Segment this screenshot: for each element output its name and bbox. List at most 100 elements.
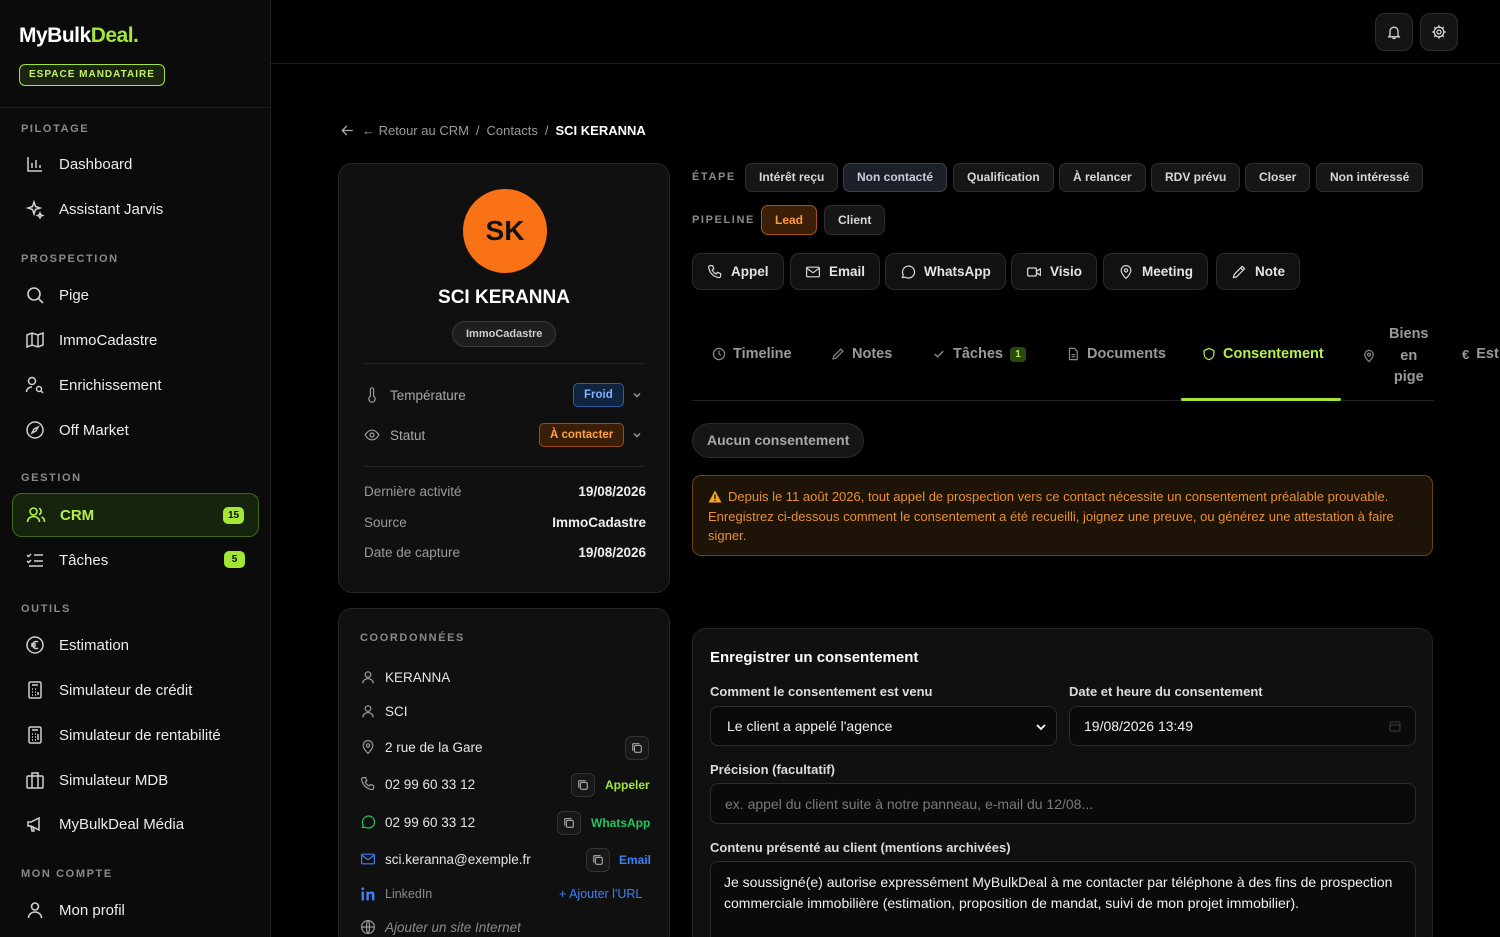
content-textarea[interactable]: Je soussigné(e) autorise expressément My…	[710, 861, 1416, 937]
copy-whatsapp-button[interactable]	[557, 811, 581, 835]
sidebar-item-simulateur-credit[interactable]: Simulateur de crédit	[12, 668, 259, 712]
tab-notes[interactable]: Notes	[831, 346, 892, 362]
tab-biens-label: Biens	[1389, 326, 1429, 342]
stage-closer[interactable]: Closer	[1245, 163, 1311, 192]
whatsapp-icon	[361, 815, 376, 829]
calculator-icon	[28, 681, 42, 699]
coordonnees-title: COORDONNÉES	[360, 632, 465, 644]
sidebar-item-dashboard[interactable]: Dashboard	[12, 142, 259, 186]
visio-button[interactable]: Visio	[1011, 253, 1098, 290]
statut-select[interactable]: À contacter	[539, 423, 625, 447]
megaphone-icon	[27, 816, 40, 832]
arrow-left-icon[interactable]	[340, 123, 355, 138]
taches-tab-badge: 1	[1009, 346, 1026, 362]
stage-qualification[interactable]: Qualification	[953, 163, 1054, 192]
linkedin-icon	[361, 887, 375, 901]
tab-documents[interactable]: Documents	[1066, 346, 1166, 362]
tab-biens-label: pige	[1393, 369, 1424, 385]
sidebar-item-simulateur-rentabilite[interactable]: Simulateur de rentabilité	[12, 713, 259, 757]
appel-button[interactable]: Appel	[692, 253, 784, 290]
sidebar-item-enrichissement[interactable]: Enrichissement	[12, 363, 259, 407]
sidebar-item-label: Simulateur de rentabilité	[59, 726, 221, 744]
users-icon	[26, 507, 46, 523]
stage-interet-recu[interactable]: Intérêt reçu	[745, 163, 839, 192]
contacts-link[interactable]: Contacts	[487, 123, 538, 138]
breadcrumb-separator: /	[544, 123, 549, 138]
source-row: Source ImmoCadastre	[364, 515, 646, 530]
active-tab-indicator	[1181, 398, 1341, 401]
sidebar-item-label: CRM	[60, 506, 95, 524]
whatsapp-link[interactable]: WhatsApp	[591, 816, 650, 830]
check-icon	[934, 350, 944, 358]
copy-address-button[interactable]	[625, 736, 649, 760]
content-label: Contenu présenté au client (mentions arc…	[710, 840, 1011, 855]
sidebar-item-label: Mon profil	[59, 901, 125, 919]
map-pin-icon	[362, 740, 374, 755]
stage-rdv-prevu[interactable]: RDV prévu	[1151, 163, 1241, 192]
chevron-down-icon[interactable]	[632, 390, 642, 400]
whatsapp-button[interactable]: WhatsApp	[885, 253, 1006, 290]
coord-website[interactable]: Ajouter un site Internet	[360, 915, 650, 937]
map-pin-icon	[1120, 264, 1132, 279]
copy-icon	[593, 855, 603, 865]
pencil-icon	[832, 348, 844, 360]
mail-icon	[361, 853, 375, 865]
meeting-button[interactable]: Meeting	[1103, 253, 1209, 290]
precision-input[interactable]: ex. appel du client suite à notre pannea…	[710, 783, 1416, 824]
notifications-button[interactable]	[1375, 13, 1413, 51]
coord-nom: KERANNA	[360, 665, 650, 689]
date-label: Date et heure du consentement	[1069, 684, 1263, 699]
derniere-activite-row: Dernière activité 19/08/2026	[364, 484, 646, 499]
tab-estimation[interactable]: € Est	[1462, 346, 1499, 362]
coord-adresse: 2 rue de la Gare	[360, 735, 650, 759]
sidebar-item-taches[interactable]: Tâches 5	[12, 538, 259, 582]
appeler-link[interactable]: Appeler	[605, 778, 650, 792]
temperature-select[interactable]: Froid	[573, 383, 624, 407]
sidebar-item-assistant-jarvis[interactable]: Assistant Jarvis	[12, 187, 259, 231]
mail-icon	[806, 266, 820, 277]
sidebar-item-immocadastre[interactable]: ImmoCadastre	[12, 318, 259, 362]
copy-email-button[interactable]	[586, 848, 610, 872]
breadcrumb-separator: /	[475, 123, 480, 138]
how-select[interactable]: Le client a appelé l'agence	[710, 706, 1057, 746]
user-icon	[362, 671, 374, 684]
email-link[interactable]: Email	[619, 853, 651, 867]
tab-consentement[interactable]: Consentement	[1202, 346, 1324, 362]
back-to-crm-link[interactable]: ← Retour au CRM	[362, 123, 469, 138]
stage-non-contacte[interactable]: Non contacté	[843, 163, 948, 192]
checklist-icon	[26, 553, 43, 567]
stage-a-relancer[interactable]: À relancer	[1059, 163, 1146, 192]
app-logo[interactable]: MyBulkDeal.	[19, 24, 139, 48]
tab-taches[interactable]: Tâches 1	[932, 346, 1026, 362]
consent-form-title: Enregistrer un consentement	[710, 649, 919, 666]
sidebar-item-simulateur-mdb[interactable]: Simulateur MDB	[12, 758, 259, 802]
avatar: SK	[463, 189, 547, 273]
date-input[interactable]: 19/08/2026 13:49	[1069, 706, 1416, 746]
statut-row: Statut À contacter	[364, 422, 646, 448]
taches-count-badge: 5	[224, 551, 245, 568]
settings-button[interactable]	[1420, 13, 1458, 51]
coordonnees-card: COORDONNÉES KERANNA SCI 2 rue de la Gare…	[338, 608, 670, 937]
sidebar-item-media[interactable]: MyBulkDeal Média	[12, 802, 259, 846]
sidebar-item-estimation[interactable]: Estimation	[12, 623, 259, 667]
tab-timeline[interactable]: Timeline	[712, 346, 792, 362]
sidebar-item-pige[interactable]: Pige	[12, 273, 259, 317]
tab-biens-en-pige[interactable]: Biens en pige	[1362, 324, 1429, 389]
section-outils: OUTILS	[21, 603, 71, 615]
pipeline-client[interactable]: Client	[824, 205, 886, 235]
eye-icon	[364, 429, 380, 441]
copy-icon	[564, 818, 574, 828]
pipeline-lead[interactable]: Lead	[761, 205, 818, 235]
sidebar-item-crm[interactable]: CRM 15	[12, 493, 259, 537]
sidebar-item-label: Simulateur de crédit	[59, 681, 193, 699]
copy-phone-button[interactable]	[571, 773, 595, 797]
add-linkedin-link[interactable]: + Ajouter l'URL	[559, 887, 642, 901]
email-button[interactable]: Email	[790, 253, 881, 290]
chevron-down-icon[interactable]	[632, 430, 642, 440]
note-button[interactable]: Note	[1216, 253, 1300, 290]
sidebar-item-mon-profil[interactable]: Mon profil	[12, 888, 259, 932]
sidebar-item-off-market[interactable]: Off Market	[12, 408, 259, 452]
stage-non-interesse[interactable]: Non intéressé	[1316, 163, 1424, 192]
calendar-icon[interactable]	[1389, 720, 1401, 732]
user-icon	[362, 705, 374, 718]
